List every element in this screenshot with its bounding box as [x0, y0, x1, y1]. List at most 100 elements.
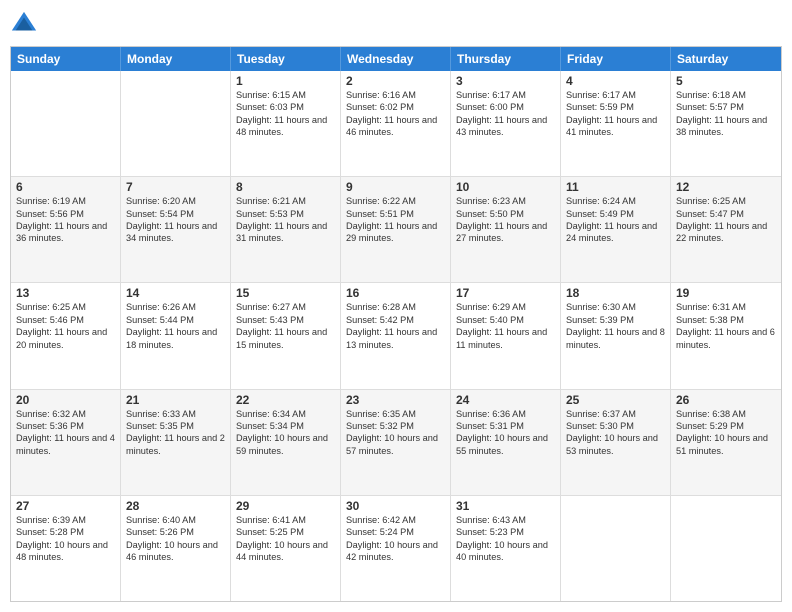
cell-info: Sunrise: 6:28 AMSunset: 5:42 PMDaylight:…: [346, 301, 445, 351]
header: [10, 10, 782, 38]
day-number: 13: [16, 286, 115, 300]
cell-info: Sunrise: 6:43 AMSunset: 5:23 PMDaylight:…: [456, 514, 555, 564]
cell-info: Sunrise: 6:33 AMSunset: 5:35 PMDaylight:…: [126, 408, 225, 458]
cell-info: Sunrise: 6:42 AMSunset: 5:24 PMDaylight:…: [346, 514, 445, 564]
day-number: 21: [126, 393, 225, 407]
header-day-thursday: Thursday: [451, 47, 561, 71]
cal-cell: 29Sunrise: 6:41 AMSunset: 5:25 PMDayligh…: [231, 496, 341, 601]
cell-info: Sunrise: 6:40 AMSunset: 5:26 PMDaylight:…: [126, 514, 225, 564]
header-day-friday: Friday: [561, 47, 671, 71]
day-number: 12: [676, 180, 776, 194]
cal-cell: 1Sunrise: 6:15 AMSunset: 6:03 PMDaylight…: [231, 71, 341, 176]
cal-cell: 16Sunrise: 6:28 AMSunset: 5:42 PMDayligh…: [341, 283, 451, 388]
day-number: 17: [456, 286, 555, 300]
day-number: 3: [456, 74, 555, 88]
header-day-monday: Monday: [121, 47, 231, 71]
day-number: 1: [236, 74, 335, 88]
cell-info: Sunrise: 6:41 AMSunset: 5:25 PMDaylight:…: [236, 514, 335, 564]
day-number: 4: [566, 74, 665, 88]
cal-cell: 12Sunrise: 6:25 AMSunset: 5:47 PMDayligh…: [671, 177, 781, 282]
day-number: 6: [16, 180, 115, 194]
cal-cell: 14Sunrise: 6:26 AMSunset: 5:44 PMDayligh…: [121, 283, 231, 388]
day-number: 9: [346, 180, 445, 194]
cell-info: Sunrise: 6:24 AMSunset: 5:49 PMDaylight:…: [566, 195, 665, 245]
cell-info: Sunrise: 6:35 AMSunset: 5:32 PMDaylight:…: [346, 408, 445, 458]
page: SundayMondayTuesdayWednesdayThursdayFrid…: [0, 0, 792, 612]
cell-info: Sunrise: 6:34 AMSunset: 5:34 PMDaylight:…: [236, 408, 335, 458]
cal-cell: 8Sunrise: 6:21 AMSunset: 5:53 PMDaylight…: [231, 177, 341, 282]
cell-info: Sunrise: 6:17 AMSunset: 6:00 PMDaylight:…: [456, 89, 555, 139]
cal-cell: [121, 71, 231, 176]
cell-info: Sunrise: 6:16 AMSunset: 6:02 PMDaylight:…: [346, 89, 445, 139]
cal-cell: 3Sunrise: 6:17 AMSunset: 6:00 PMDaylight…: [451, 71, 561, 176]
cell-info: Sunrise: 6:20 AMSunset: 5:54 PMDaylight:…: [126, 195, 225, 245]
cal-cell: 22Sunrise: 6:34 AMSunset: 5:34 PMDayligh…: [231, 390, 341, 495]
cell-info: Sunrise: 6:31 AMSunset: 5:38 PMDaylight:…: [676, 301, 776, 351]
day-number: 19: [676, 286, 776, 300]
cal-cell: 19Sunrise: 6:31 AMSunset: 5:38 PMDayligh…: [671, 283, 781, 388]
day-number: 11: [566, 180, 665, 194]
day-number: 29: [236, 499, 335, 513]
cell-info: Sunrise: 6:22 AMSunset: 5:51 PMDaylight:…: [346, 195, 445, 245]
cal-cell: 2Sunrise: 6:16 AMSunset: 6:02 PMDaylight…: [341, 71, 451, 176]
day-number: 10: [456, 180, 555, 194]
calendar-body: 1Sunrise: 6:15 AMSunset: 6:03 PMDaylight…: [11, 71, 781, 601]
cal-cell: 26Sunrise: 6:38 AMSunset: 5:29 PMDayligh…: [671, 390, 781, 495]
day-number: 15: [236, 286, 335, 300]
day-number: 24: [456, 393, 555, 407]
cell-info: Sunrise: 6:32 AMSunset: 5:36 PMDaylight:…: [16, 408, 115, 458]
logo-icon: [10, 10, 38, 38]
cal-cell: 4Sunrise: 6:17 AMSunset: 5:59 PMDaylight…: [561, 71, 671, 176]
header-day-sunday: Sunday: [11, 47, 121, 71]
cell-info: Sunrise: 6:29 AMSunset: 5:40 PMDaylight:…: [456, 301, 555, 351]
cal-cell: 7Sunrise: 6:20 AMSunset: 5:54 PMDaylight…: [121, 177, 231, 282]
cal-cell: 15Sunrise: 6:27 AMSunset: 5:43 PMDayligh…: [231, 283, 341, 388]
cell-info: Sunrise: 6:36 AMSunset: 5:31 PMDaylight:…: [456, 408, 555, 458]
day-number: 2: [346, 74, 445, 88]
day-number: 5: [676, 74, 776, 88]
day-number: 22: [236, 393, 335, 407]
cell-info: Sunrise: 6:17 AMSunset: 5:59 PMDaylight:…: [566, 89, 665, 139]
cal-row-0: 1Sunrise: 6:15 AMSunset: 6:03 PMDaylight…: [11, 71, 781, 176]
day-number: 27: [16, 499, 115, 513]
cal-cell: 21Sunrise: 6:33 AMSunset: 5:35 PMDayligh…: [121, 390, 231, 495]
cal-row-1: 6Sunrise: 6:19 AMSunset: 5:56 PMDaylight…: [11, 176, 781, 282]
day-number: 20: [16, 393, 115, 407]
cal-cell: [561, 496, 671, 601]
cal-cell: 20Sunrise: 6:32 AMSunset: 5:36 PMDayligh…: [11, 390, 121, 495]
cell-info: Sunrise: 6:38 AMSunset: 5:29 PMDaylight:…: [676, 408, 776, 458]
cal-cell: 10Sunrise: 6:23 AMSunset: 5:50 PMDayligh…: [451, 177, 561, 282]
cell-info: Sunrise: 6:19 AMSunset: 5:56 PMDaylight:…: [16, 195, 115, 245]
cell-info: Sunrise: 6:18 AMSunset: 5:57 PMDaylight:…: [676, 89, 776, 139]
cal-cell: 24Sunrise: 6:36 AMSunset: 5:31 PMDayligh…: [451, 390, 561, 495]
header-day-wednesday: Wednesday: [341, 47, 451, 71]
cal-row-4: 27Sunrise: 6:39 AMSunset: 5:28 PMDayligh…: [11, 495, 781, 601]
cell-info: Sunrise: 6:21 AMSunset: 5:53 PMDaylight:…: [236, 195, 335, 245]
cal-cell: 25Sunrise: 6:37 AMSunset: 5:30 PMDayligh…: [561, 390, 671, 495]
cell-info: Sunrise: 6:15 AMSunset: 6:03 PMDaylight:…: [236, 89, 335, 139]
cal-cell: 23Sunrise: 6:35 AMSunset: 5:32 PMDayligh…: [341, 390, 451, 495]
cal-cell: 30Sunrise: 6:42 AMSunset: 5:24 PMDayligh…: [341, 496, 451, 601]
cal-cell: 9Sunrise: 6:22 AMSunset: 5:51 PMDaylight…: [341, 177, 451, 282]
cal-cell: [671, 496, 781, 601]
calendar-header: SundayMondayTuesdayWednesdayThursdayFrid…: [11, 47, 781, 71]
cal-cell: 17Sunrise: 6:29 AMSunset: 5:40 PMDayligh…: [451, 283, 561, 388]
cell-info: Sunrise: 6:39 AMSunset: 5:28 PMDaylight:…: [16, 514, 115, 564]
day-number: 31: [456, 499, 555, 513]
cal-cell: 31Sunrise: 6:43 AMSunset: 5:23 PMDayligh…: [451, 496, 561, 601]
cell-info: Sunrise: 6:25 AMSunset: 5:46 PMDaylight:…: [16, 301, 115, 351]
logo: [10, 10, 42, 38]
day-number: 30: [346, 499, 445, 513]
calendar: SundayMondayTuesdayWednesdayThursdayFrid…: [10, 46, 782, 602]
day-number: 26: [676, 393, 776, 407]
cal-cell: 27Sunrise: 6:39 AMSunset: 5:28 PMDayligh…: [11, 496, 121, 601]
day-number: 14: [126, 286, 225, 300]
cell-info: Sunrise: 6:26 AMSunset: 5:44 PMDaylight:…: [126, 301, 225, 351]
cell-info: Sunrise: 6:27 AMSunset: 5:43 PMDaylight:…: [236, 301, 335, 351]
header-day-tuesday: Tuesday: [231, 47, 341, 71]
cal-row-2: 13Sunrise: 6:25 AMSunset: 5:46 PMDayligh…: [11, 282, 781, 388]
cell-info: Sunrise: 6:23 AMSunset: 5:50 PMDaylight:…: [456, 195, 555, 245]
day-number: 28: [126, 499, 225, 513]
day-number: 16: [346, 286, 445, 300]
cal-cell: 28Sunrise: 6:40 AMSunset: 5:26 PMDayligh…: [121, 496, 231, 601]
